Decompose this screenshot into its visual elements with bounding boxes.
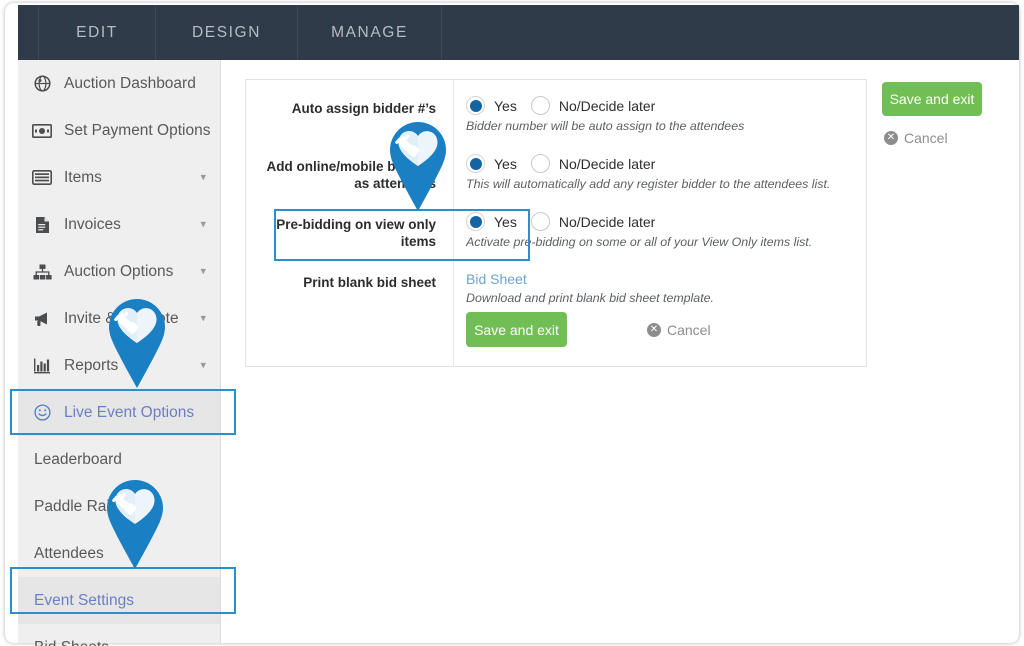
sidebar-item-label: Attendees xyxy=(34,544,104,562)
sidebar-item-event-settings[interactable]: Event Settings xyxy=(18,577,220,624)
sidebar-item-label: Items xyxy=(64,168,102,186)
save-and-exit-button-top[interactable]: Save and exit xyxy=(882,82,982,116)
setting-hint: This will automatically add any register… xyxy=(466,177,831,191)
card-action-row: Save and exit ✕ Cancel xyxy=(466,312,711,347)
sidebar-item-bid-sheets[interactable]: Bid Sheets xyxy=(18,624,220,646)
setting-hint: Activate pre-bidding on some or all of y… xyxy=(466,235,813,249)
chevron-down-icon[interactable]: ▾ xyxy=(200,360,206,371)
sidebar-item-reports[interactable]: Reports ▾ xyxy=(18,342,220,389)
cancel-button-top[interactable]: ✕ Cancel xyxy=(884,130,948,146)
radio-dot-icon xyxy=(530,96,550,115)
sidebar-item-paddle-raise[interactable]: Paddle Raise xyxy=(18,483,220,530)
radio-dot-icon xyxy=(530,212,550,231)
radio-add-online-bidders-no[interactable]: No/Decide later xyxy=(530,154,656,173)
nav-left-spacer xyxy=(18,5,39,60)
sidebar-navigation: Auction Dashboard Set Payment Options It… xyxy=(18,60,221,646)
nav-tab-manage[interactable]: MANAGE xyxy=(298,5,442,60)
sidebar-item-auction-options[interactable]: Auction Options ▾ xyxy=(18,248,220,295)
setting-label: Auto assign bidder #’s xyxy=(291,101,436,116)
radio-add-online-bidders-yes[interactable]: Yes xyxy=(466,154,517,173)
document-icon xyxy=(30,215,54,235)
nav-tab-design[interactable]: DESIGN xyxy=(156,5,298,60)
sidebar-item-label: Leaderboard xyxy=(34,450,122,468)
app-window: EDIT DESIGN MANAGE Auction Dashboard Set… xyxy=(0,0,1024,646)
radio-group-pre-bidding: Yes No/Decide later xyxy=(466,212,812,231)
megaphone-icon xyxy=(30,309,54,329)
radio-label: No/Decide later xyxy=(558,155,656,172)
sidebar-item-label: Reports xyxy=(64,356,119,374)
sidebar-item-label: Paddle Raise xyxy=(34,497,127,515)
sidebar-item-label: Live Event Options xyxy=(64,403,195,421)
sidebar-item-auction-dashboard[interactable]: Auction Dashboard xyxy=(18,60,220,107)
sidebar-item-live-event-options[interactable]: Live Event Options xyxy=(18,389,220,436)
sitemap-icon xyxy=(30,262,54,282)
radio-label: Yes xyxy=(494,213,517,230)
setting-controls: Yes No/Decide later Activate pre-bidding… xyxy=(466,212,812,249)
nav-tab-manage-label: MANAGE xyxy=(331,23,408,41)
globe-icon xyxy=(30,74,54,94)
sidebar-item-label: Auction Dashboard xyxy=(64,74,196,92)
bar-chart-icon xyxy=(30,356,54,376)
chevron-down-icon[interactable]: ▾ xyxy=(200,172,206,183)
chevron-down-icon[interactable]: ▾ xyxy=(200,313,206,324)
radio-auto-assign-no[interactable]: No/Decide later xyxy=(530,96,656,115)
radio-label: Yes xyxy=(494,97,517,114)
radio-pre-bidding-yes[interactable]: Yes xyxy=(466,212,517,231)
setting-controls: Bid Sheet Download and print blank bid s… xyxy=(466,271,714,305)
setting-label: Print blank bid sheet xyxy=(303,275,436,290)
smiley-icon xyxy=(30,403,54,423)
setting-controls: Yes No/Decide later Bidder number will b… xyxy=(466,96,744,133)
setting-hint: Bidder number will be auto assign to the… xyxy=(466,119,745,133)
event-settings-card: Auto assign bidder #’s Yes No/Decide lat… xyxy=(245,79,867,367)
sidebar-item-set-payment-options[interactable]: Set Payment Options xyxy=(18,107,220,154)
chevron-down-icon[interactable]: ▾ xyxy=(200,219,206,230)
nav-tab-design-label: DESIGN xyxy=(191,23,262,41)
sidebar-item-label: Auction Options xyxy=(64,262,174,280)
sidebar-item-label: Event Settings xyxy=(34,591,134,609)
close-icon: ✕ xyxy=(884,131,898,145)
setting-label: Pre-bidding on view only items xyxy=(276,217,436,249)
radio-label: No/Decide later xyxy=(558,213,656,230)
radio-auto-assign-yes[interactable]: Yes xyxy=(466,96,517,115)
radio-label: No/Decide later xyxy=(558,97,656,114)
sidebar-item-label: Bid Sheets xyxy=(34,639,109,646)
cancel-button[interactable]: ✕ Cancel xyxy=(647,322,711,338)
sidebar-item-leaderboard[interactable]: Leaderboard xyxy=(18,436,220,483)
sidebar-item-items[interactable]: Items ▾ xyxy=(18,154,220,201)
cancel-label: Cancel xyxy=(667,321,711,338)
radio-dot-icon xyxy=(466,212,485,231)
top-navigation-bar: EDIT DESIGN MANAGE xyxy=(18,5,1019,60)
cancel-label: Cancel xyxy=(904,130,948,146)
sidebar-item-label: Invoices xyxy=(64,215,121,233)
top-action-column: Save and exit ✕ Cancel xyxy=(882,82,1002,146)
radio-pre-bidding-no[interactable]: No/Decide later xyxy=(530,212,656,231)
setting-hint: Download and print blank bid sheet templ… xyxy=(466,291,714,305)
chevron-down-icon[interactable]: ▾ xyxy=(200,266,206,277)
sidebar-item-label: Invite & Promote xyxy=(64,309,179,327)
banknote-icon xyxy=(30,121,54,141)
sidebar-item-attendees[interactable]: Attendees xyxy=(18,530,220,577)
card-list-icon xyxy=(30,168,54,188)
bid-sheet-link[interactable]: Bid Sheet xyxy=(466,271,714,287)
setting-controls: Yes No/Decide later This will automatica… xyxy=(466,154,830,191)
radio-dot-icon xyxy=(530,154,550,173)
sidebar-item-invite-and-promote[interactable]: Invite & Promote ▾ xyxy=(18,295,220,342)
setting-label: Add online/mobile bidders as attendees xyxy=(266,159,436,191)
radio-group-auto-assign: Yes No/Decide later xyxy=(466,96,744,115)
radio-dot-icon xyxy=(466,154,485,173)
radio-label: Yes xyxy=(494,155,517,172)
nav-tab-edit-label: EDIT xyxy=(76,23,118,41)
sidebar-item-label: Set Payment Options xyxy=(64,121,211,139)
sidebar-item-invoices[interactable]: Invoices ▾ xyxy=(18,201,220,248)
nav-tab-edit[interactable]: EDIT xyxy=(39,5,156,60)
save-and-exit-button[interactable]: Save and exit xyxy=(466,312,567,347)
radio-group-add-online-bidders: Yes No/Decide later xyxy=(466,154,830,173)
nav-empty-area xyxy=(442,5,1019,60)
close-icon: ✕ xyxy=(647,322,661,337)
radio-dot-icon xyxy=(466,96,485,115)
